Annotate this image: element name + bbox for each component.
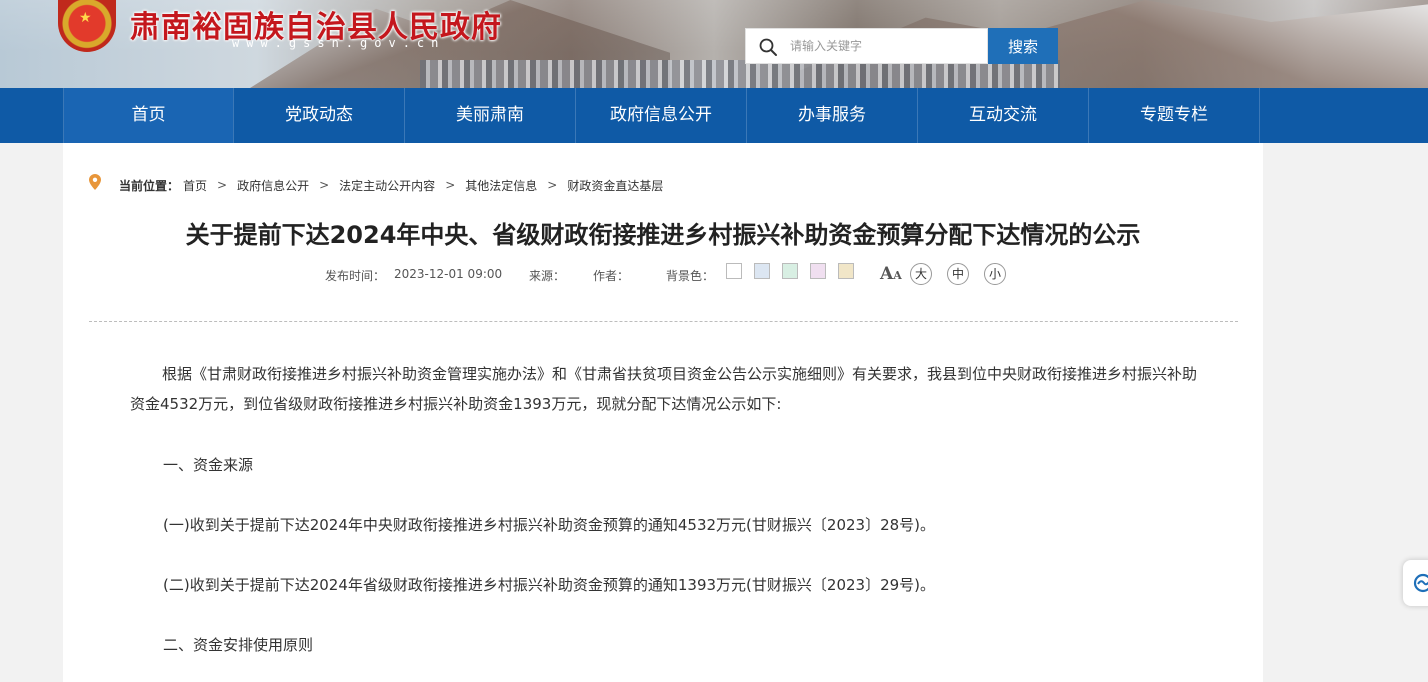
article-paragraph-intro: 根据《甘肃财政衔接推进乡村振兴补助资金管理实施办法》和《甘肃省扶贫项目资金公告公… — [130, 365, 1198, 413]
banner-town — [420, 60, 1060, 88]
breadcrumb-fiscal-direct[interactable]: 财政资金直达基层 — [567, 177, 663, 194]
author-label: 作者： — [593, 269, 630, 283]
nav-item-party-news[interactable]: 党政动态 — [234, 88, 405, 143]
font-size-small-button[interactable]: 小 — [984, 263, 1006, 285]
bg-color-label: 背景色： — [666, 269, 715, 283]
search-icon — [759, 38, 777, 56]
main-nav: 首页 党政动态 美丽肃南 政府信息公开 办事服务 互动交流 专题专栏 — [0, 88, 1428, 143]
bg-swatch-blue[interactable] — [754, 263, 770, 279]
bg-swatch-white[interactable] — [726, 263, 742, 279]
article-title: 关于提前下达2024年中央、省级财政衔接推进乡村振兴补助资金预算分配下达情况的公… — [185, 221, 1141, 249]
breadcrumb-other-legal-info[interactable]: 其他法定信息 — [465, 177, 537, 194]
breadcrumb: 当前位置： 首页 > 政府信息公开 > 法定主动公开内容 > 其他法定信息 > … — [89, 174, 663, 195]
national-emblem-icon: ★ — [58, 0, 116, 52]
source-label: 来源： — [529, 269, 566, 283]
font-size-medium-button[interactable]: 中 — [947, 263, 969, 285]
article-meta: 发布时间： 2023-12-01 09:00 来源： 作者： 背景色： — [63, 263, 1263, 287]
publish-time: 2023-12-01 09:00 — [394, 267, 503, 281]
article-paragraph-central-funds: (一)收到关于提前下达2024年中央财政衔接推进乡村振兴补助资金预算的通知453… — [163, 516, 936, 534]
breadcrumb-legal-disclosure[interactable]: 法定主动公开内容 — [339, 177, 435, 194]
article-heading-usage-principles: 二、资金安排使用原则 — [163, 636, 314, 654]
breadcrumb-separator: > — [217, 178, 228, 192]
chat-bubble-icon — [1413, 573, 1428, 593]
article-container: 当前位置： 首页 > 政府信息公开 > 法定主动公开内容 > 其他法定信息 > … — [63, 143, 1263, 682]
publish-time-label: 发布时间： — [325, 269, 386, 283]
nav-item-interaction[interactable]: 互动交流 — [918, 88, 1089, 143]
article-paragraph-provincial-funds: (二)收到关于提前下达2024年省级财政衔接推进乡村振兴补助资金预算的通知139… — [163, 576, 936, 594]
font-size-large-button[interactable]: 大 — [910, 263, 932, 285]
bg-swatch-yellow[interactable] — [838, 263, 854, 279]
meta-divider — [89, 321, 1238, 322]
breadcrumb-label: 当前位置： — [119, 178, 180, 193]
search-box — [745, 28, 988, 64]
breadcrumb-separator: > — [547, 178, 558, 192]
font-size-icon: AA — [880, 264, 902, 284]
site-url: www.gssn.gov.cn — [232, 36, 446, 50]
breadcrumb-separator: > — [445, 178, 456, 192]
bg-swatch-green[interactable] — [782, 263, 798, 279]
breadcrumb-home[interactable]: 首页 — [183, 177, 207, 194]
floating-service-widget[interactable] — [1403, 560, 1428, 606]
nav-item-home[interactable]: 首页 — [63, 88, 234, 143]
search-button[interactable]: 搜索 — [988, 28, 1058, 64]
site-header: ★ 肃南裕固族自治县人民政府 www.gssn.gov.cn — [0, 0, 1428, 88]
search-input[interactable] — [790, 29, 985, 63]
nav-item-services[interactable]: 办事服务 — [747, 88, 918, 143]
bg-swatch-pink[interactable] — [810, 263, 826, 279]
breadcrumb-gov-info[interactable]: 政府信息公开 — [237, 177, 309, 194]
nav-item-gov-info[interactable]: 政府信息公开 — [576, 88, 747, 143]
location-pin-icon — [89, 174, 101, 190]
nav-item-beautiful-sunan[interactable]: 美丽肃南 — [405, 88, 576, 143]
article-heading-funding-source: 一、资金来源 — [163, 456, 254, 474]
nav-item-topics[interactable]: 专题专栏 — [1089, 88, 1260, 143]
breadcrumb-separator: > — [319, 178, 330, 192]
